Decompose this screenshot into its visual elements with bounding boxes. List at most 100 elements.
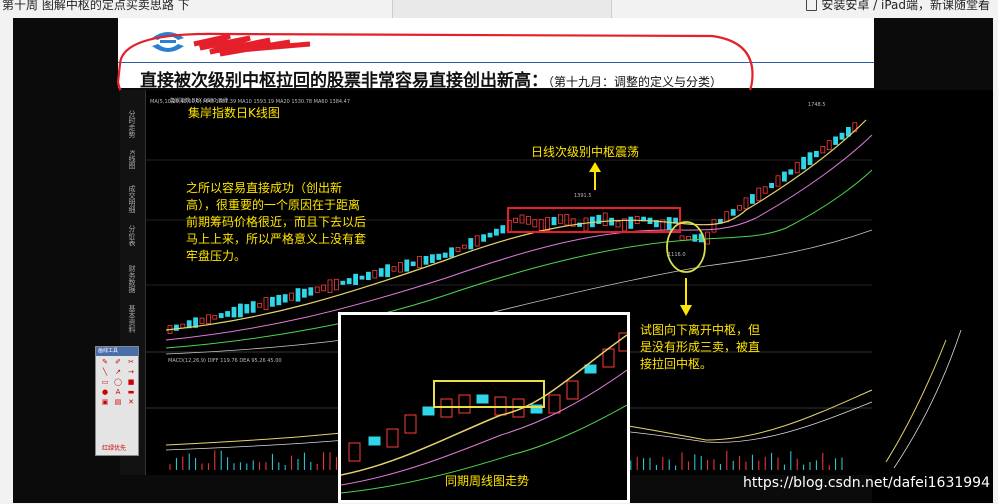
- candle: [538, 219, 544, 231]
- open-icon[interactable]: ▤: [113, 399, 123, 406]
- candle: [551, 217, 557, 226]
- candle: [257, 302, 262, 308]
- candle: [295, 288, 301, 302]
- candle: [429, 254, 435, 263]
- inset-candle: [386, 428, 399, 448]
- save-icon[interactable]: ▣: [100, 399, 110, 406]
- candle: [346, 278, 352, 285]
- inset-candle: [476, 394, 489, 404]
- candle: [353, 273, 359, 285]
- peak-label: 1391.5: [574, 193, 592, 199]
- chart-title: 集岸指数日K线图: [188, 106, 280, 120]
- inset-candle: [422, 406, 435, 416]
- fill-ellipse-icon[interactable]: ●: [100, 389, 110, 396]
- candle: [340, 280, 346, 285]
- side-tab-1[interactable]: K线图: [124, 150, 136, 169]
- candle: [270, 296, 275, 307]
- candle: [814, 151, 819, 158]
- candle: [666, 217, 672, 230]
- arrow-icon[interactable]: ↗: [113, 369, 123, 376]
- side-tab-3[interactable]: 分价表: [124, 225, 136, 246]
- candle: [692, 234, 698, 242]
- candle: [782, 171, 787, 182]
- candle: [756, 187, 762, 202]
- candle: [289, 292, 295, 301]
- text-icon[interactable]: A: [113, 389, 123, 396]
- candle: [314, 286, 320, 293]
- candle: [545, 217, 551, 231]
- candle: [372, 269, 378, 279]
- candle: [308, 287, 314, 296]
- candle: [301, 288, 307, 298]
- candle: [532, 219, 538, 228]
- candle: [801, 156, 806, 170]
- eraser-icon[interactable]: ✂: [126, 359, 136, 366]
- inset-candle: [548, 394, 561, 414]
- pencil-icon[interactable]: ✎: [100, 359, 110, 366]
- candle: [468, 238, 474, 250]
- inset-candle: [458, 394, 471, 414]
- blog-watermark: https://blog.csdn.net/dafei1631994: [742, 475, 990, 491]
- rect-icon[interactable]: ▭: [100, 379, 110, 386]
- candle: [743, 197, 749, 210]
- inset-candle: [404, 414, 417, 434]
- candle: [385, 264, 391, 278]
- arrow-up-head: [589, 162, 601, 172]
- candle: [500, 225, 506, 234]
- candle: [628, 216, 634, 229]
- inset-candle: [368, 436, 381, 446]
- candle: [762, 186, 768, 194]
- candle: [378, 268, 384, 277]
- highlight-icon[interactable]: ▬: [126, 389, 136, 396]
- candle: [449, 247, 455, 258]
- inset-zhongshu-box: [433, 380, 545, 408]
- fill-rect-icon[interactable]: ■: [126, 379, 136, 386]
- candle: [557, 214, 563, 224]
- drawing-tool-panel[interactable]: 画线工具 ✎ ✐ ✂ ╲ ↗ → ▭ ◯ ■ ● A ▬ ▣ ▤ ✕ 红绿优先: [95, 346, 139, 456]
- side-tab-4[interactable]: 财务数据: [124, 265, 136, 293]
- side-tab-5[interactable]: 基本资料: [124, 305, 136, 333]
- candle: [455, 247, 461, 252]
- candle: [775, 175, 781, 187]
- candle: [404, 259, 410, 272]
- side-tab-2[interactable]: 成交明细: [124, 185, 136, 213]
- candle: [238, 303, 243, 318]
- side-tab-0[interactable]: 分时走势: [124, 110, 136, 138]
- candle: [820, 146, 826, 154]
- candle: [212, 315, 218, 320]
- candle: [180, 323, 186, 329]
- app-download-link[interactable]: 安装安卓 / iPad端，新课随堂看: [806, 0, 990, 13]
- candle: [826, 140, 832, 151]
- clear-icon[interactable]: ✕: [126, 399, 136, 406]
- annotation-top: 日线次级别中枢震荡: [531, 145, 640, 159]
- ellipse-icon[interactable]: ◯: [113, 379, 123, 386]
- candle: [750, 194, 755, 204]
- candle: [410, 261, 416, 267]
- candle: [218, 313, 224, 319]
- candle: [519, 214, 525, 224]
- candle: [686, 235, 691, 241]
- pullback-circle: [666, 221, 706, 273]
- brush-icon[interactable]: ✐: [113, 359, 123, 366]
- candle: [493, 228, 499, 236]
- line-icon[interactable]: ╲: [100, 369, 110, 376]
- candle: [737, 205, 742, 211]
- candle: [730, 209, 736, 216]
- candle: [807, 152, 813, 166]
- download-icon: [806, 0, 818, 11]
- candle: [359, 275, 365, 280]
- candle: [711, 219, 717, 233]
- candle: [244, 304, 250, 314]
- candle: [769, 183, 774, 189]
- candle: [705, 231, 710, 245]
- lesson-title: 第十周 图解中枢的定点买卖思路 下: [2, 0, 190, 12]
- candle: [321, 284, 327, 292]
- annotation-right: 试图向下离开中枢，但是没有形成三卖，被直接拉回中枢。: [640, 323, 761, 371]
- candle: [481, 234, 487, 242]
- candle: [602, 212, 608, 227]
- ray-icon[interactable]: →: [126, 369, 136, 376]
- candle: [417, 255, 423, 269]
- candle: [839, 132, 845, 140]
- candle: [397, 262, 403, 273]
- candle: [263, 297, 269, 310]
